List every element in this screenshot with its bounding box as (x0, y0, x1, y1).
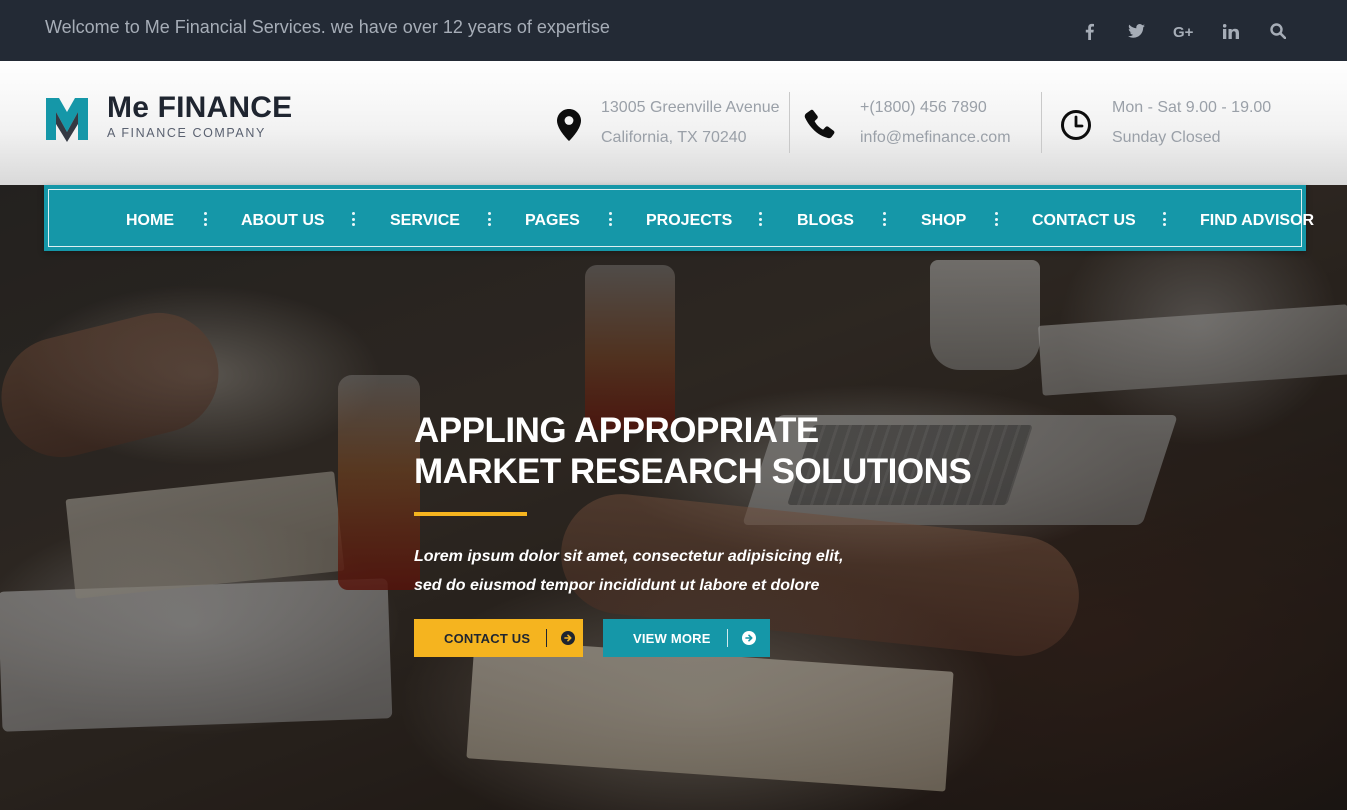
phone-icon (800, 105, 840, 145)
hours-line-2: Sunday Closed (1112, 129, 1221, 146)
nav-separator (487, 212, 491, 226)
nav-item-blogs[interactable]: BLOGS (797, 212, 854, 230)
nav-separator (1162, 212, 1166, 226)
phone-number[interactable]: +(1800) 456 7890 (860, 93, 1011, 123)
location-pin-icon (549, 105, 589, 145)
nav-item-about-us[interactable]: ABOUT US (241, 212, 325, 230)
hero-title-line-1: APPLING APPROPRIATE (414, 411, 819, 450)
google-plus-icon[interactable]: G+ (1160, 19, 1207, 43)
hero-accent-rule (414, 512, 527, 516)
brand-name: Me FINANCE (107, 91, 293, 124)
nav-separator (608, 212, 612, 226)
nav-item-pages[interactable]: PAGES (525, 212, 580, 230)
nav-separator (882, 212, 886, 226)
twitter-icon[interactable] (1113, 19, 1160, 43)
nav-separator (351, 212, 355, 226)
view-more-button-label: VIEW MORE (633, 630, 711, 646)
arrow-right-circle-icon (741, 631, 756, 645)
search-icon[interactable] (1254, 19, 1301, 43)
button-separator (546, 629, 548, 647)
hero-title: APPLING APPROPRIATE MARKET RESEARCH SOLU… (414, 410, 972, 492)
contact-us-button[interactable]: CONTACT US (414, 619, 583, 657)
hero-banner (0, 185, 1347, 810)
hero-subtitle: Lorem ipsum dolor sit amet, consectetur … (414, 542, 843, 600)
clock-icon (1056, 105, 1096, 145)
address-block: 13005 Greenville Avenue California, TX 7… (549, 93, 780, 155)
hero-subtitle-line-2: sed do eiusmod tempor incididunt ut labo… (414, 577, 820, 594)
contact-us-button-label: CONTACT US (444, 630, 531, 646)
header-divider (1041, 92, 1042, 153)
nav-separator (994, 212, 998, 226)
nav-item-contact-us[interactable]: CONTACT US (1032, 212, 1136, 230)
brand-tagline: A FINANCE COMPANY (107, 126, 266, 140)
address-line-1: 13005 Greenville Avenue (601, 99, 780, 116)
hours-line-1: Mon - Sat 9.00 - 19.00 (1112, 99, 1272, 116)
facebook-icon[interactable] (1066, 19, 1113, 43)
nav-separator (203, 212, 207, 226)
welcome-text: Welcome to Me Financial Services. we hav… (45, 17, 610, 37)
nav-separator (758, 212, 762, 226)
hero-subtitle-line-1: Lorem ipsum dolor sit amet, consectetur … (414, 548, 844, 565)
nav-item-find-advisor[interactable]: FIND ADVISOR (1200, 212, 1314, 230)
view-more-button[interactable]: VIEW MORE (603, 619, 770, 657)
main-navigation: HOME ABOUT US SERVICE PAGES PROJECTS BLO… (44, 185, 1314, 251)
logo-mark-icon (46, 98, 88, 142)
linkedin-icon[interactable] (1207, 19, 1254, 43)
email-address[interactable]: info@mefinance.com (860, 123, 1011, 153)
nav-item-home[interactable]: HOME (126, 212, 174, 230)
hero-overlay (0, 185, 1347, 810)
social-links: G+ (1066, 19, 1301, 43)
hours-block: Mon - Sat 9.00 - 19.00 Sunday Closed (1056, 93, 1271, 155)
site-header: Me FINANCE A FINANCE COMPANY 13005 Green… (0, 61, 1347, 185)
address-line-2: California, TX 70240 (601, 129, 747, 146)
arrow-right-circle-icon (561, 631, 576, 645)
nav-item-shop[interactable]: SHOP (921, 212, 966, 230)
nav-item-projects[interactable]: PROJECTS (646, 212, 732, 230)
button-separator (726, 629, 728, 647)
hero-title-line-2: MARKET RESEARCH SOLUTIONS (414, 452, 972, 491)
nav-item-service[interactable]: SERVICE (390, 212, 460, 230)
logo[interactable]: Me FINANCE A FINANCE COMPANY (45, 93, 292, 142)
top-bar: Welcome to Me Financial Services. we hav… (0, 0, 1347, 61)
svg-text:G+: G+ (1173, 24, 1194, 38)
header-divider (789, 92, 790, 153)
contact-block: +(1800) 456 7890 info@mefinance.com (800, 93, 1011, 155)
